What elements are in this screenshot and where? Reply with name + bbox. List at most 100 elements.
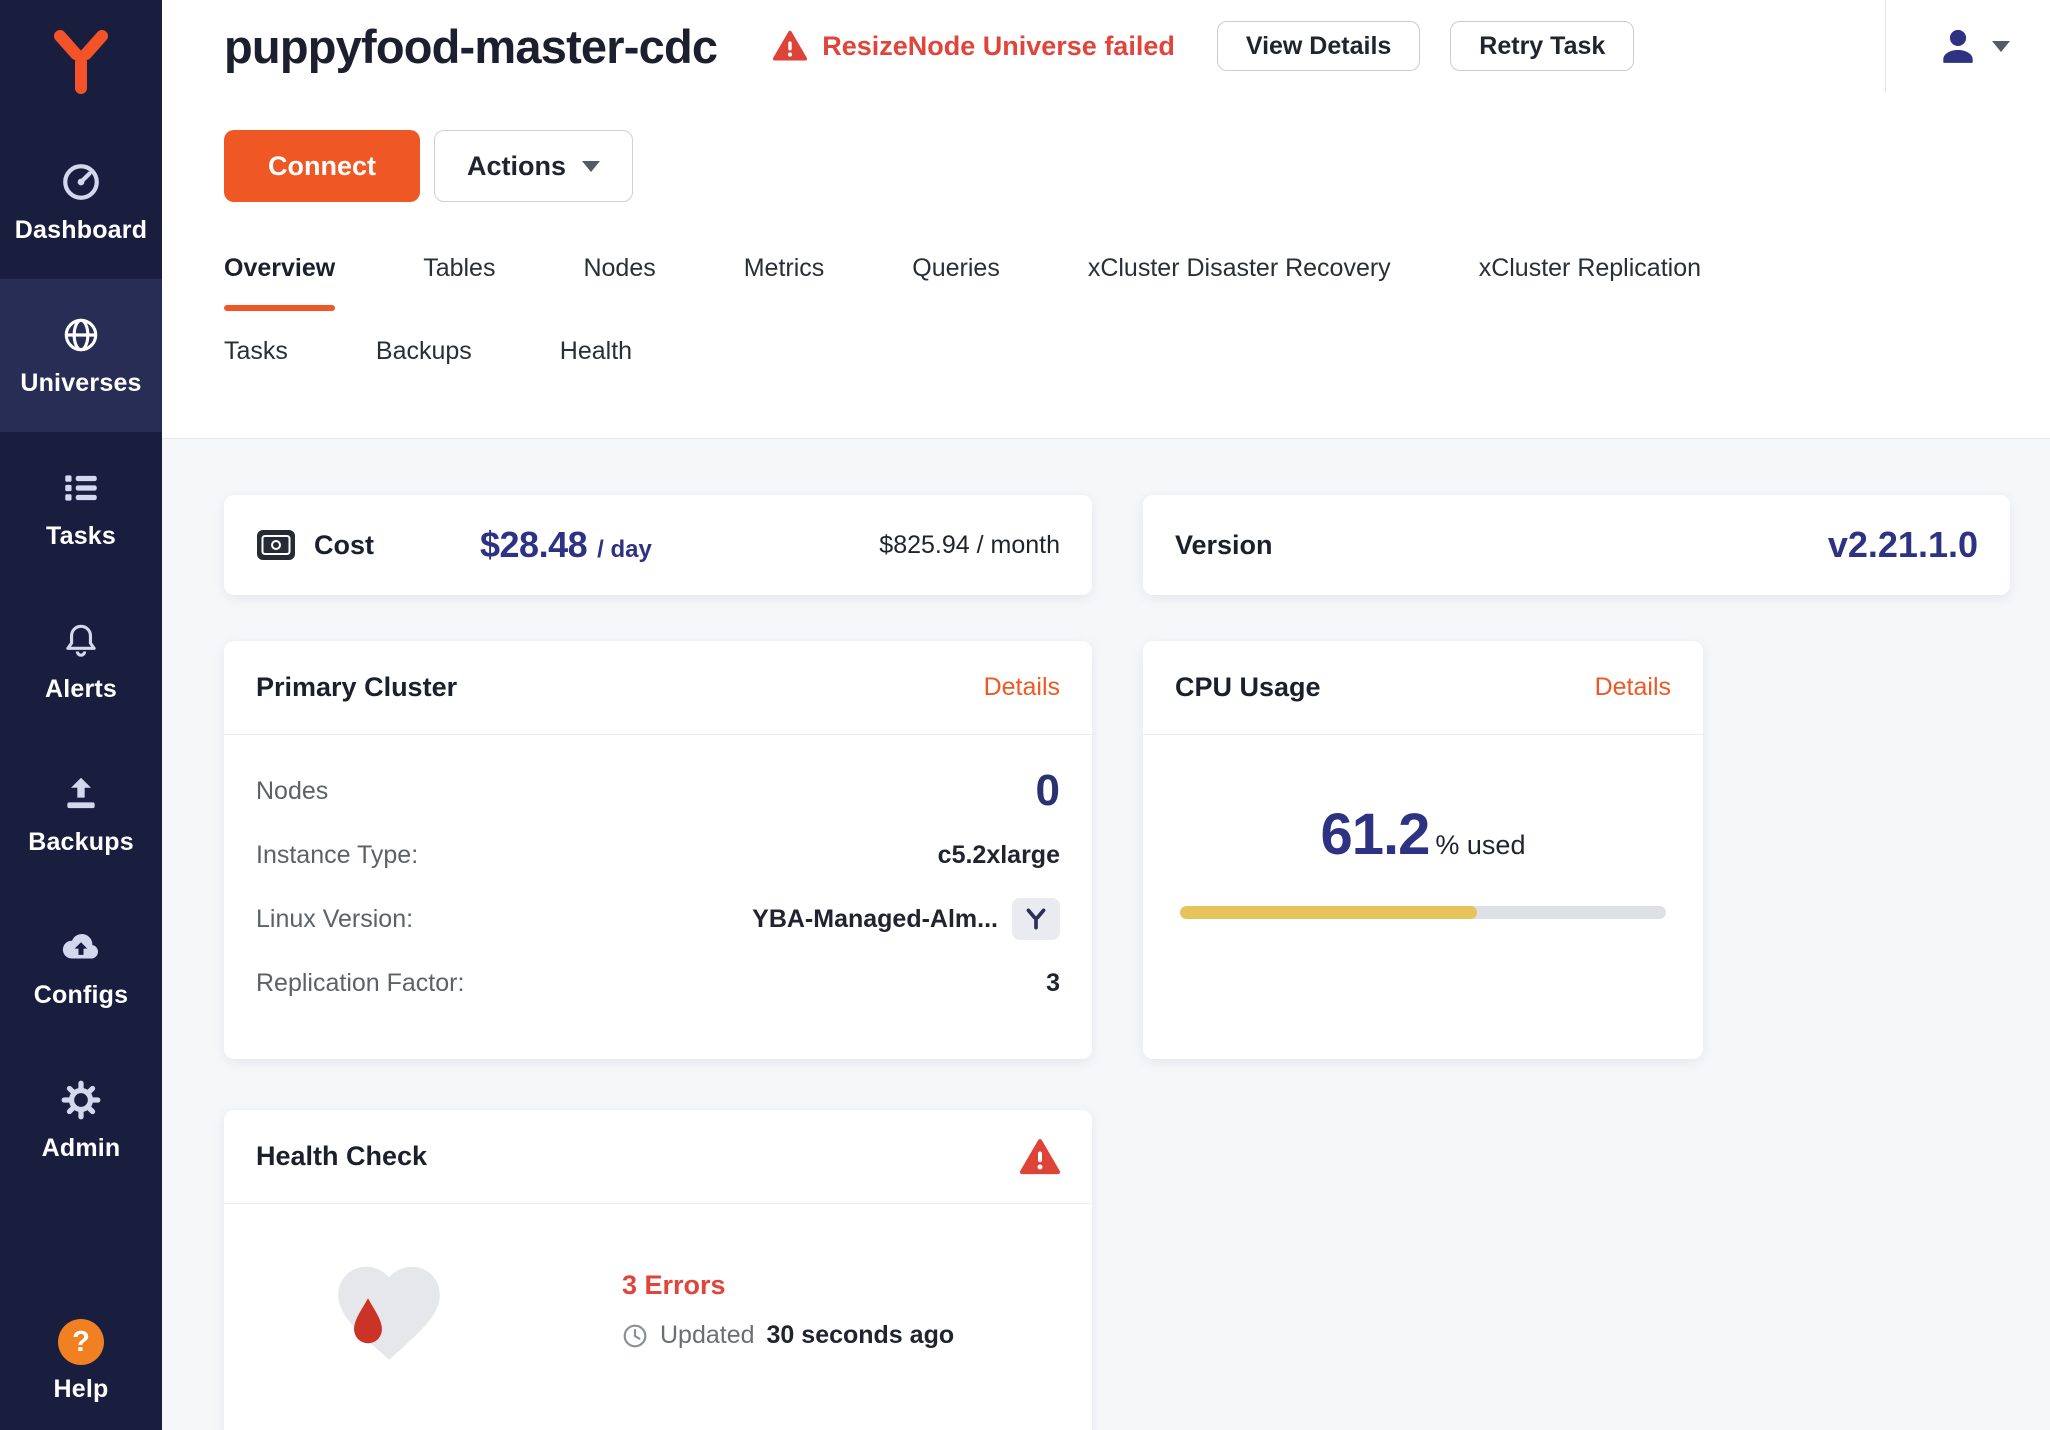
main-area: puppyfood-master-cdc ResizeNode Universe… [162, 0, 2050, 1430]
yugabyte-logo[interactable] [0, 0, 162, 126]
banknote-icon [256, 529, 296, 561]
sidebar-label: Configs [34, 981, 128, 1010]
cost-title: Cost [314, 530, 374, 561]
tab-health[interactable]: Health [560, 337, 632, 394]
cluster-row: Primary Cluster Details Nodes 0 Instance… [224, 641, 2010, 1059]
tab-tasks[interactable]: Tasks [224, 337, 288, 394]
yugabyte-mark-icon [1023, 906, 1049, 932]
sidebar-label: Alerts [45, 675, 117, 704]
cost-daily-value: $28.48 [480, 524, 587, 566]
primary-cluster-card: Primary Cluster Details Nodes 0 Instance… [224, 641, 1092, 1059]
tab-queries[interactable]: Queries [912, 254, 1000, 311]
cpu-usage-card: CPU Usage Details 61.2 % used [1143, 641, 1703, 1059]
primary-cluster-details-link[interactable]: Details [984, 673, 1060, 702]
bell-icon [59, 619, 103, 663]
health-updated-time: 30 seconds ago [767, 1321, 955, 1350]
cost-card: Cost $28.48 / day $825.94 / month [224, 495, 1092, 595]
primary-cluster-title: Primary Cluster [256, 672, 457, 703]
stats-row: Cost $28.48 / day $825.94 / month Versio… [224, 495, 2010, 595]
tab-nodes[interactable]: Nodes [583, 254, 655, 311]
version-value: v2.21.1.0 [1828, 524, 1978, 566]
sidebar-label: Universes [20, 369, 141, 398]
topbar: puppyfood-master-cdc ResizeNode Universe… [162, 0, 2050, 439]
cpu-usage-value: 61.2 [1321, 801, 1430, 868]
sidebar-item-configs[interactable]: Configs [0, 891, 162, 1044]
tabs-row-1: Overview Tables Nodes Metrics Queries xC… [224, 254, 2010, 311]
instance-type-value: c5.2xlarge [938, 841, 1060, 870]
cpu-usage-details-link[interactable]: Details [1595, 673, 1671, 702]
action-row: Connect Actions [224, 130, 2010, 202]
sidebar-item-alerts[interactable]: Alerts [0, 585, 162, 738]
actions-button-label: Actions [467, 151, 566, 182]
universe-error: ResizeNode Universe failed [773, 29, 1175, 63]
user-icon [1936, 24, 1980, 68]
linux-version-value: YBA-Managed-Alm... [752, 905, 998, 934]
page: Dashboard Universes Tasks [0, 0, 2050, 1430]
sidebar-item-dashboard[interactable]: Dashboard [0, 126, 162, 279]
tab-xcluster-replication[interactable]: xCluster Replication [1479, 254, 1701, 311]
tab-tables[interactable]: Tables [423, 254, 495, 311]
cpu-usage-value-line: 61.2 % used [1321, 801, 1526, 868]
cost-daily-unit: / day [597, 536, 652, 564]
sidebar-label: Tasks [46, 522, 116, 551]
sidebar-item-backups[interactable]: Backups [0, 738, 162, 891]
cluster-row-nodes: Nodes 0 [256, 759, 1060, 823]
actions-button[interactable]: Actions [434, 130, 633, 202]
tasks-list-icon [59, 466, 103, 510]
question-circle-icon: ? [58, 1319, 104, 1365]
tab-overview[interactable]: Overview [224, 254, 335, 311]
linux-version-label: Linux Version: [256, 905, 413, 934]
cpu-usage-header: CPU Usage Details [1143, 641, 1703, 735]
primary-cluster-body: Nodes 0 Instance Type: c5.2xlarge Linux … [224, 735, 1092, 1015]
sidebar-item-admin[interactable]: Admin [0, 1044, 162, 1197]
health-check-body: 3 Errors Updated 30 seconds ago [224, 1204, 1092, 1406]
cpu-usage-title: CPU Usage [1175, 672, 1321, 703]
warning-triangle-icon [773, 29, 807, 63]
cloud-upload-icon [59, 925, 103, 969]
globe-icon [59, 313, 103, 357]
tab-metrics[interactable]: Metrics [744, 254, 825, 311]
health-check-title: Health Check [256, 1141, 427, 1172]
health-row: Health Check [224, 1110, 2010, 1430]
sidebar-item-universes[interactable]: Universes [0, 279, 162, 432]
primary-cluster-header: Primary Cluster Details [224, 641, 1092, 735]
yugabyte-logo-icon [45, 27, 117, 99]
upload-icon [59, 772, 103, 816]
page-title: puppyfood-master-cdc [224, 19, 717, 74]
cluster-row-linux-version: Linux Version: YBA-Managed-Alm... [256, 887, 1060, 951]
view-details-button[interactable]: View Details [1217, 21, 1420, 71]
yba-image-badge[interactable] [1012, 898, 1060, 940]
version-card: Version v2.21.1.0 [1143, 495, 2010, 595]
nodes-label: Nodes [256, 777, 328, 806]
gear-icon [59, 1078, 103, 1122]
sidebar-label: Admin [42, 1134, 121, 1163]
cpu-progress-bar [1180, 906, 1666, 919]
cpu-progress-fill [1180, 906, 1477, 919]
replication-factor-value: 3 [1046, 969, 1060, 998]
sidebar-item-help[interactable]: ? Help [0, 1319, 162, 1430]
tab-xcluster-disaster-recovery[interactable]: xCluster Disaster Recovery [1088, 254, 1391, 311]
title-row: puppyfood-master-cdc ResizeNode Universe… [224, 0, 2010, 92]
cpu-usage-body: 61.2 % used [1143, 735, 1703, 1059]
sidebar-item-tasks[interactable]: Tasks [0, 432, 162, 585]
warning-triangle-icon [1020, 1137, 1060, 1177]
health-heart-icon [328, 1254, 450, 1366]
user-menu[interactable] [1885, 0, 2010, 92]
cluster-row-replication-factor: Replication Factor: 3 [256, 951, 1060, 1015]
nodes-value: 0 [1036, 766, 1060, 816]
sidebar-label: Help [54, 1375, 109, 1404]
error-message: ResizeNode Universe failed [822, 31, 1175, 62]
sidebar-label: Backups [28, 828, 134, 857]
chevron-down-icon [1992, 41, 2010, 52]
health-check-card: Health Check [224, 1110, 1092, 1430]
health-errors-link[interactable]: 3 Errors [622, 1270, 954, 1301]
tab-backups[interactable]: Backups [376, 337, 472, 394]
retry-task-button[interactable]: Retry Task [1450, 21, 1634, 71]
health-updated-row: Updated 30 seconds ago [622, 1321, 954, 1350]
instance-type-label: Instance Type: [256, 841, 418, 870]
tabs-row-2: Tasks Backups Health [224, 337, 2010, 394]
cluster-row-instance-type: Instance Type: c5.2xlarge [256, 823, 1060, 887]
health-updated-label: Updated [660, 1321, 755, 1350]
connect-button[interactable]: Connect [224, 130, 420, 202]
sidebar-label: Dashboard [15, 216, 147, 245]
